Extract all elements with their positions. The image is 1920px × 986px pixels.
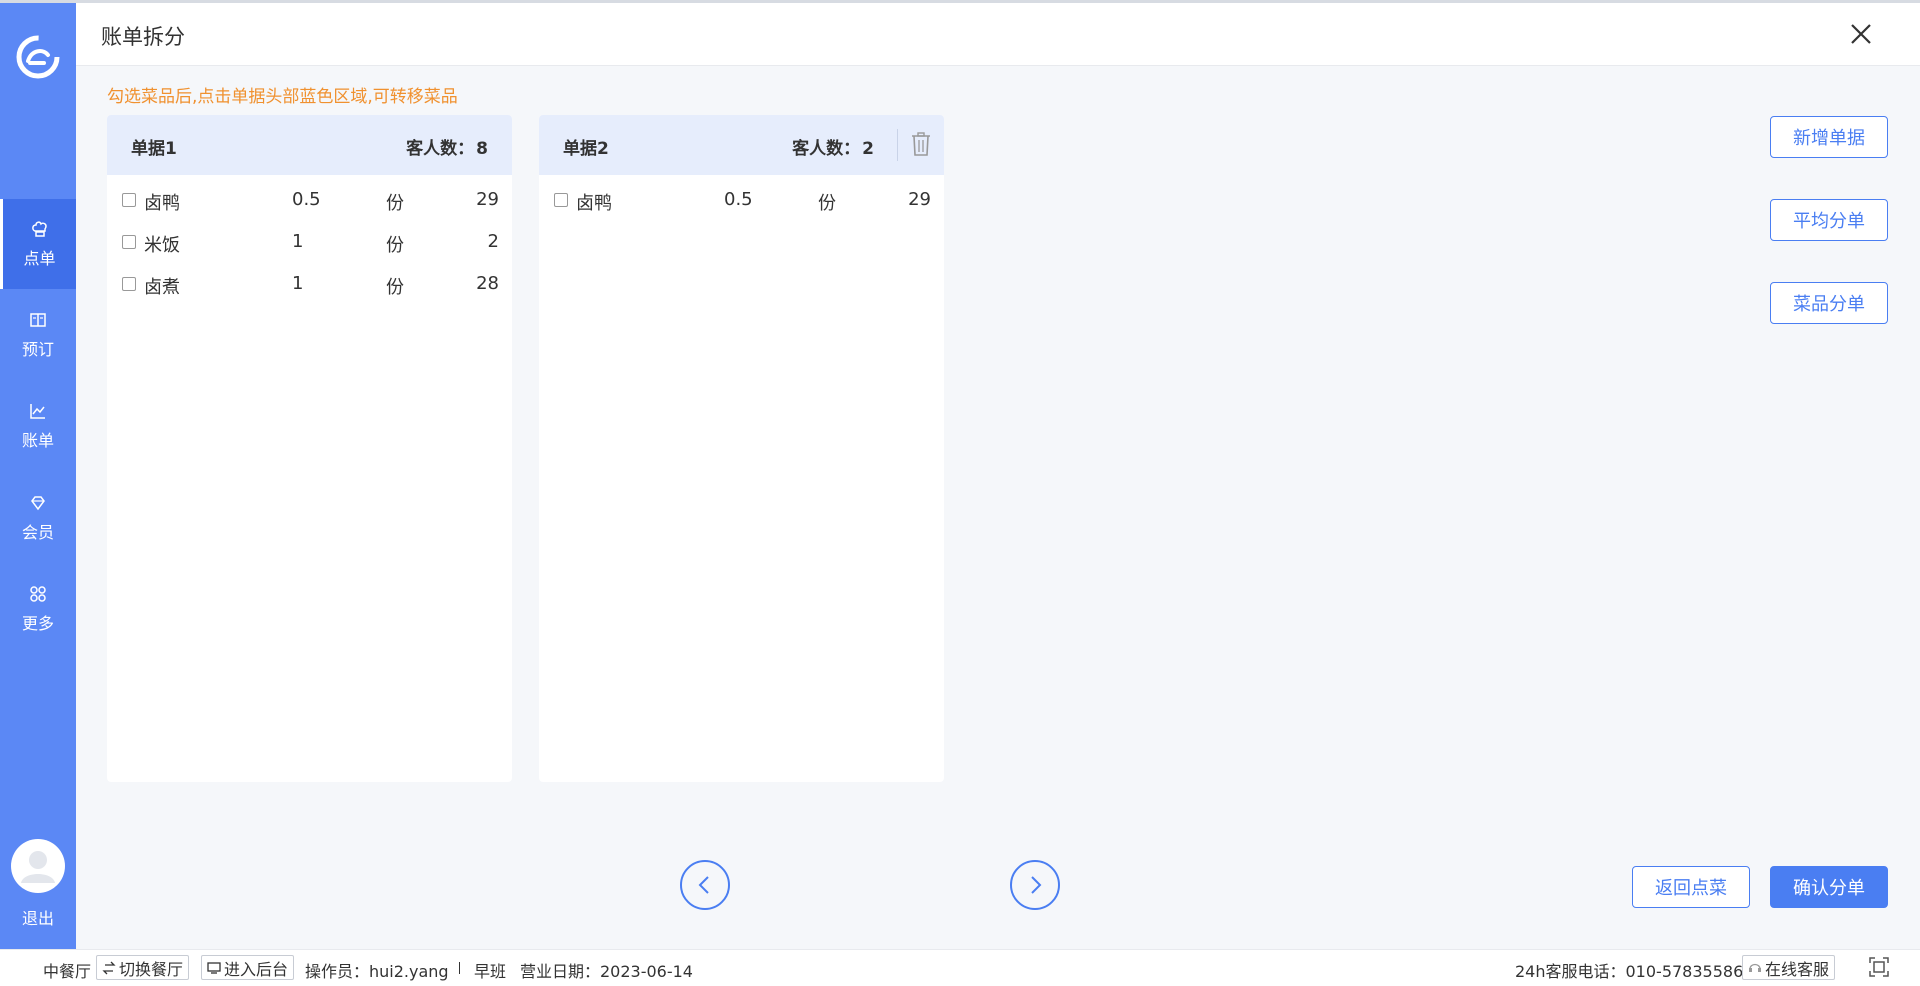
sidebar-item-label: 会员 bbox=[21, 523, 54, 542]
item-unit: 份 bbox=[818, 193, 836, 214]
sidebar-item-label: 预订 bbox=[21, 340, 54, 359]
bill-guests: 客人数： 2 bbox=[792, 139, 874, 159]
split-by-item-button[interactable]: 菜品分单 bbox=[1770, 282, 1888, 324]
sidebar-item-member[interactable]: 会员 bbox=[0, 473, 76, 563]
item-name: 卤煮 bbox=[144, 277, 180, 298]
monitor-icon bbox=[207, 961, 221, 974]
table-row: 米饭 1 份 2 bbox=[107, 222, 512, 264]
item-checkbox[interactable] bbox=[122, 235, 136, 249]
next-page-button[interactable] bbox=[1010, 860, 1060, 910]
trash-icon[interactable] bbox=[910, 131, 932, 157]
item-name: 米饭 bbox=[144, 235, 180, 256]
fullscreen-icon[interactable] bbox=[1868, 956, 1890, 978]
operator-label: 操作员：hui2.yang bbox=[305, 962, 449, 981]
swap-icon bbox=[102, 961, 116, 974]
table-row: 卤鸭 0.5 份 29 bbox=[539, 180, 944, 222]
item-price: 29 bbox=[476, 189, 499, 210]
chevron-right-icon bbox=[1031, 876, 1042, 894]
chart-icon bbox=[30, 404, 45, 419]
hotline: 24h客服电话：010-57835586 bbox=[1515, 962, 1744, 981]
table-row: 卤煮 1 份 28 bbox=[107, 264, 512, 306]
close-icon[interactable] bbox=[1844, 17, 1878, 51]
divider bbox=[897, 129, 898, 161]
hint-text: 勾选菜品后,点击单据头部蓝色区域,可转移菜品 bbox=[107, 87, 458, 107]
table-row: 卤鸭 0.5 份 29 bbox=[107, 180, 512, 222]
item-checkbox[interactable] bbox=[122, 277, 136, 291]
confirm-split-button[interactable]: 确认分单 bbox=[1770, 866, 1888, 908]
bill-name: 单据2 bbox=[563, 139, 609, 159]
page-title: 账单拆分 bbox=[101, 25, 185, 49]
item-price: 28 bbox=[476, 273, 499, 294]
book-icon bbox=[30, 313, 46, 327]
bill-card: 单据1 客人数： 8 卤鸭 0.5 份 29 米饭 1 份 2 卤煮 1 份 28 bbox=[107, 115, 512, 782]
switch-restaurant-button[interactable]: 切换餐厅 bbox=[96, 955, 190, 980]
chef-hat-icon bbox=[31, 221, 47, 237]
item-name: 卤鸭 bbox=[144, 193, 180, 214]
sidebar: 点单 预订 账单 会员 更多 退出 bbox=[0, 3, 76, 949]
item-unit: 份 bbox=[386, 235, 404, 256]
split-even-button[interactable]: 平均分单 bbox=[1770, 199, 1888, 241]
online-service-button[interactable]: 在线客服 bbox=[1742, 955, 1836, 980]
user-icon bbox=[21, 851, 55, 883]
sidebar-item-order[interactable]: 点单 bbox=[0, 199, 76, 289]
item-price: 2 bbox=[487, 231, 499, 252]
item-qty: 1 bbox=[292, 231, 304, 252]
app-logo-icon bbox=[16, 35, 60, 79]
grid-icon bbox=[30, 586, 46, 602]
business-date: 营业日期：2023-06-14 bbox=[520, 962, 693, 981]
item-checkbox[interactable] bbox=[554, 193, 568, 207]
add-bill-button[interactable]: 新增单据 bbox=[1770, 116, 1888, 158]
chevron-left-icon bbox=[698, 876, 709, 894]
item-qty: 0.5 bbox=[292, 189, 321, 210]
item-qty: 1 bbox=[292, 273, 304, 294]
prev-page-button[interactable] bbox=[680, 860, 730, 910]
diamond-icon bbox=[31, 496, 45, 511]
bill-card: 单据2 客人数： 2 卤鸭 0.5 份 29 bbox=[539, 115, 944, 782]
divider bbox=[459, 962, 460, 974]
logout-button[interactable]: 退出 bbox=[0, 905, 76, 929]
shift-label: 早班 bbox=[474, 962, 507, 981]
bill-name: 单据1 bbox=[131, 139, 177, 159]
sidebar-item-bills[interactable]: 账单 bbox=[0, 381, 76, 471]
sidebar-item-label: 点单 bbox=[23, 249, 56, 268]
sidebar-item-reserve[interactable]: 预订 bbox=[0, 290, 76, 380]
item-unit: 份 bbox=[386, 277, 404, 298]
item-checkbox[interactable] bbox=[122, 193, 136, 207]
bill-header[interactable]: 单据1 客人数： 8 bbox=[107, 115, 512, 175]
status-bar: 中餐厅 切换餐厅 进入后台 操作员：hui2.yang 早班 营业日期：2023… bbox=[0, 949, 1920, 986]
headset-icon bbox=[1749, 963, 1761, 972]
back-to-order-button[interactable]: 返回点菜 bbox=[1632, 866, 1750, 908]
item-qty: 0.5 bbox=[724, 189, 753, 210]
sidebar-item-more[interactable]: 更多 bbox=[0, 564, 76, 654]
bill-guests: 客人数： 8 bbox=[406, 139, 488, 159]
restaurant-name: 中餐厅 bbox=[43, 962, 92, 981]
avatar[interactable] bbox=[11, 839, 65, 893]
item-name: 卤鸭 bbox=[576, 193, 612, 214]
sidebar-item-label: 账单 bbox=[21, 431, 54, 450]
sidebar-item-label: 更多 bbox=[21, 614, 54, 633]
enter-backend-button[interactable]: 进入后台 bbox=[201, 955, 295, 980]
bill-header[interactable]: 单据2 客人数： 2 bbox=[539, 115, 944, 175]
item-unit: 份 bbox=[386, 193, 404, 214]
dialog-header: 账单拆分 bbox=[76, 3, 1920, 66]
item-price: 29 bbox=[908, 189, 931, 210]
